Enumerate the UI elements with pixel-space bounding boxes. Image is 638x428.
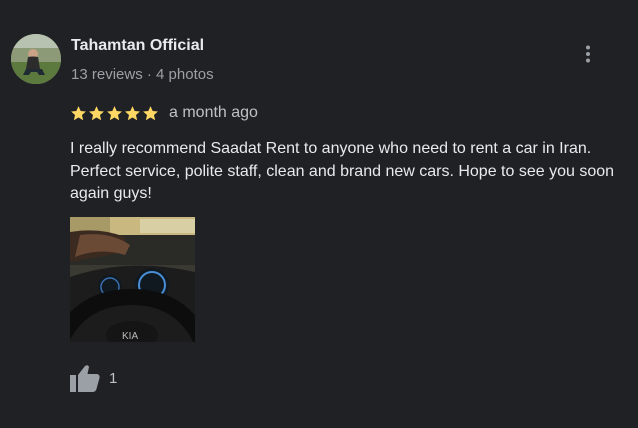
review-time: a month ago bbox=[169, 104, 258, 121]
star-icon bbox=[107, 105, 122, 120]
svg-text:KIA: KIA bbox=[122, 331, 138, 342]
star-rating bbox=[70, 105, 159, 122]
star-icon bbox=[143, 105, 158, 120]
review-photo[interactable]: KIA bbox=[70, 217, 195, 342]
more-vert-icon bbox=[586, 45, 590, 63]
author-avatar[interactable] bbox=[11, 34, 61, 84]
author-name[interactable]: Tahamtan Official bbox=[71, 37, 204, 55]
star-icon bbox=[125, 105, 140, 120]
like-button[interactable]: 1 bbox=[70, 364, 117, 392]
thumbs-up-icon bbox=[70, 364, 100, 392]
like-count: 1 bbox=[109, 369, 118, 387]
rating-row: a month ago bbox=[70, 102, 258, 124]
review-card: Tahamtan Official 13 reviews · 4 photos … bbox=[0, 0, 638, 428]
more-options-button[interactable] bbox=[574, 40, 602, 68]
author-meta: 13 reviews · 4 photos bbox=[71, 66, 214, 83]
car-interior-photo: KIA bbox=[70, 217, 195, 342]
review-text: I really recommend Saadat Rent to anyone… bbox=[70, 140, 615, 202]
star-icon bbox=[71, 105, 86, 120]
star-icon bbox=[89, 105, 104, 120]
